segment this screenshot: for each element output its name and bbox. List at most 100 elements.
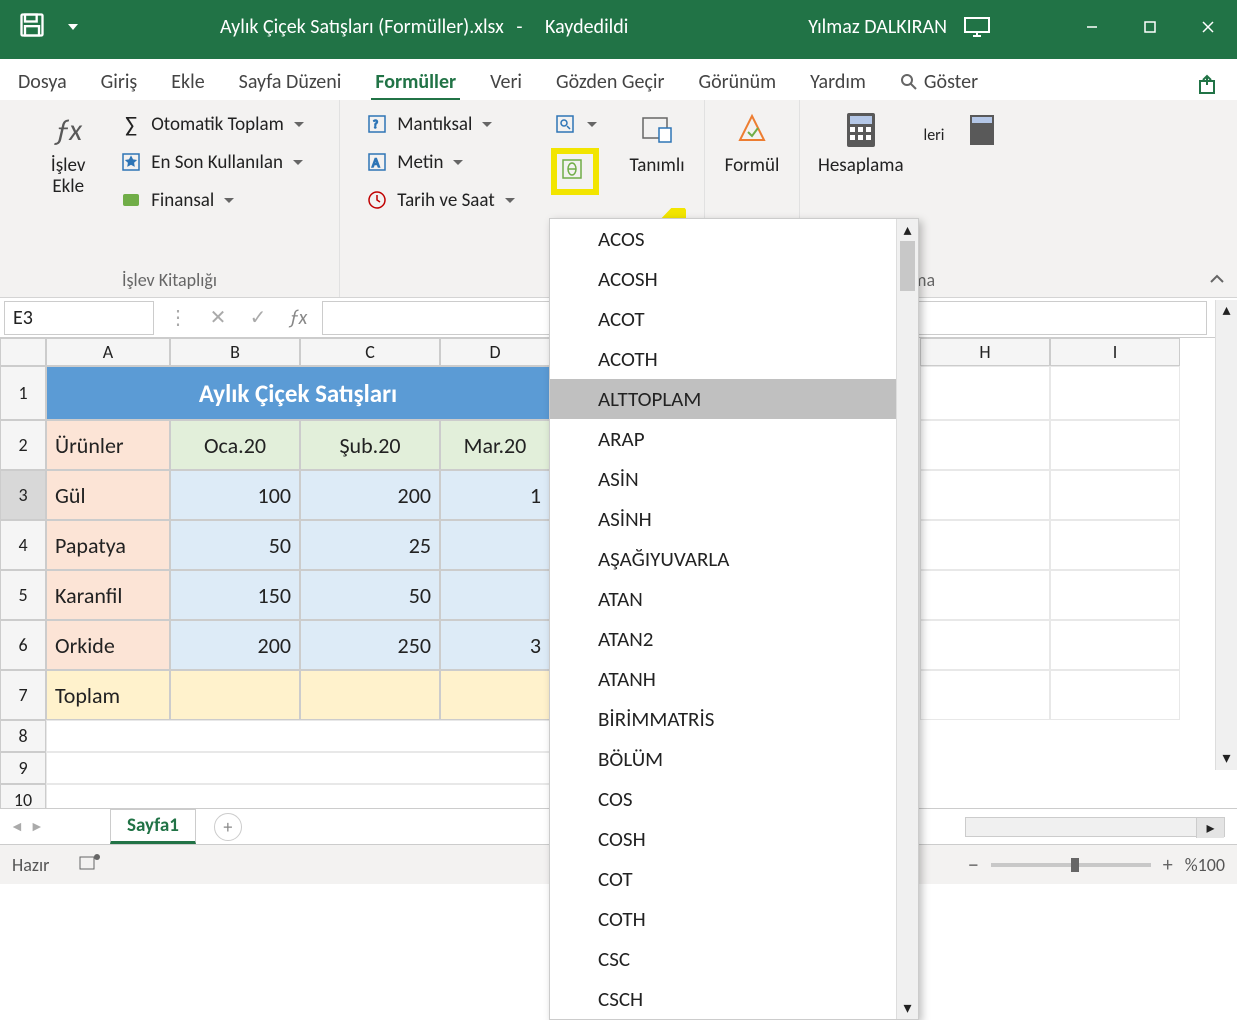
menu-item-acosh[interactable]: ACOSH [550,259,918,299]
row-header[interactable]: 6 [0,620,46,670]
tab-review[interactable]: Gözden Geçir [552,64,668,100]
add-sheet-button[interactable]: + [214,813,242,841]
cell[interactable] [170,670,300,720]
macro-record-icon[interactable] [79,853,101,876]
insert-function-button[interactable]: ƒx İşlev Ekle [33,106,103,265]
fx-icon-bar[interactable]: ƒx [278,301,318,335]
tab-file[interactable]: Dosya [14,64,71,100]
zoom-in-button[interactable]: + [1163,853,1173,877]
tab-formulas[interactable]: Formüller [371,64,460,100]
menu-item-asi̇n[interactable]: ASİN [550,459,918,499]
sheet-nav-next[interactable]: ► [30,818,44,835]
menu-item-bölüm[interactable]: BÖLÜM [550,739,918,779]
cell[interactable]: 1 [440,470,550,520]
share-icon[interactable] [1193,70,1223,100]
zoom-out-button[interactable]: − [968,851,979,878]
text-button[interactable]: A Metin [363,148,516,176]
row-header[interactable]: 2 [0,420,46,470]
row-headers[interactable]: 1 2 3 4 5 6 7 8 9 10 [0,366,46,808]
menu-item-cos[interactable]: COS [550,779,918,819]
tab-data[interactable]: Veri [486,64,526,100]
col-header-a[interactable]: A [46,338,170,366]
tab-home[interactable]: Giriş [97,64,142,100]
cell[interactable]: 250 [300,620,440,670]
select-all-corner[interactable] [0,338,46,366]
menu-item-cot[interactable]: COT [550,859,918,899]
cell[interactable] [440,570,550,620]
cell[interactable]: 50 [170,520,300,570]
horizontal-scrollbar[interactable]: ▸ [965,817,1225,837]
lookup-reference-button[interactable] [551,110,599,138]
save-icon[interactable] [18,11,46,44]
tab-view[interactable]: Görünüm [694,64,780,100]
zoom-thumb[interactable] [1071,858,1079,872]
cell[interactable]: 200 [170,620,300,670]
zoom-level[interactable]: %100 [1185,854,1225,876]
recently-used-button[interactable]: En Son Kullanılan [117,148,306,176]
name-box[interactable]: E3 [4,301,154,335]
row-header[interactable]: 10 [0,784,46,808]
menu-item-bi̇ri̇mmatri̇s[interactable]: BİRİMMATRİS [550,699,918,739]
sheet-tab-active[interactable]: Sayfa1 [110,809,196,844]
tell-me[interactable]: Göster [896,64,982,100]
collapse-ribbon-icon[interactable] [1207,269,1227,291]
tab-insert[interactable]: Ekle [167,64,208,100]
cell[interactable]: 3 [440,620,550,670]
scroll-right-icon[interactable]: ▸ [1196,818,1224,838]
cell[interactable]: Şub.20 [300,420,440,470]
cell[interactable]: Oca.20 [170,420,300,470]
menu-item-acos[interactable]: ACOS [550,219,918,259]
col-header-h[interactable]: H [920,338,1050,366]
cell[interactable] [440,520,550,570]
menu-item-coth[interactable]: COTH [550,899,918,939]
menu-item-acoth[interactable]: ACOTH [550,339,918,379]
cell[interactable]: Toplam [46,670,170,720]
menu-item-alttoplam[interactable]: ALTTOPLAM [550,379,918,419]
scroll-down-icon[interactable]: ▾ [1216,748,1237,770]
menu-item-arap[interactable]: ARAP [550,419,918,459]
logical-button[interactable]: ? Mantıksal [363,110,516,138]
col-header-d[interactable]: D [440,338,550,366]
enter-icon[interactable]: ✓ [238,301,278,335]
cell[interactable] [46,720,550,752]
minimize-button[interactable] [1063,0,1121,54]
menu-item-atanh[interactable]: ATANH [550,659,918,699]
row-header[interactable]: 7 [0,670,46,720]
cell[interactable]: Karanfil [46,570,170,620]
menu-item-cosh[interactable]: COSH [550,819,918,859]
qat-customize[interactable] [64,24,82,30]
cell[interactable]: Mar.20 [440,420,550,470]
menu-item-acot[interactable]: ACOT [550,299,918,339]
cell[interactable] [300,670,440,720]
col-header-b[interactable]: B [170,338,300,366]
dropdown-scrollbar[interactable]: ▴ ▾ [896,219,918,1019]
row-header[interactable]: 8 [0,720,46,752]
maximize-button[interactable] [1121,0,1179,54]
title-cell[interactable]: Aylık Çiçek Satışları [46,366,550,420]
row-header[interactable]: 5 [0,570,46,620]
autosum-button[interactable]: ∑ Otomatik Toplam [117,110,306,138]
scroll-up-icon[interactable]: ▴ [1216,300,1237,322]
cell[interactable] [46,752,550,784]
col-header-i[interactable]: I [1050,338,1180,366]
scroll-down-icon[interactable]: ▾ [897,997,918,1019]
cell[interactable] [440,670,550,720]
cell[interactable]: 200 [300,470,440,520]
cell[interactable]: 100 [170,470,300,520]
scroll-up-icon[interactable]: ▴ [897,219,918,241]
zoom-slider[interactable] [991,863,1151,867]
math-trig-button[interactable] [551,148,599,195]
sheet-nav-prev[interactable]: ◄ [10,818,24,835]
menu-item-atan2[interactable]: ATAN2 [550,619,918,659]
cell[interactable]: 50 [300,570,440,620]
calc-now-button[interactable] [960,106,1004,265]
menu-item-aşağiyuvarla[interactable]: AŞAĞIYUVARLA [550,539,918,579]
row-header[interactable]: 9 [0,752,46,784]
cancel-icon[interactable]: ✕ [198,301,238,335]
close-button[interactable] [1179,0,1237,54]
scroll-thumb[interactable] [900,241,915,291]
display-options-icon[interactable] [957,7,997,47]
cell[interactable]: Orkide [46,620,170,670]
row-header[interactable]: 1 [0,366,46,420]
vertical-scrollbar[interactable]: ▴ ▾ [1215,300,1237,770]
